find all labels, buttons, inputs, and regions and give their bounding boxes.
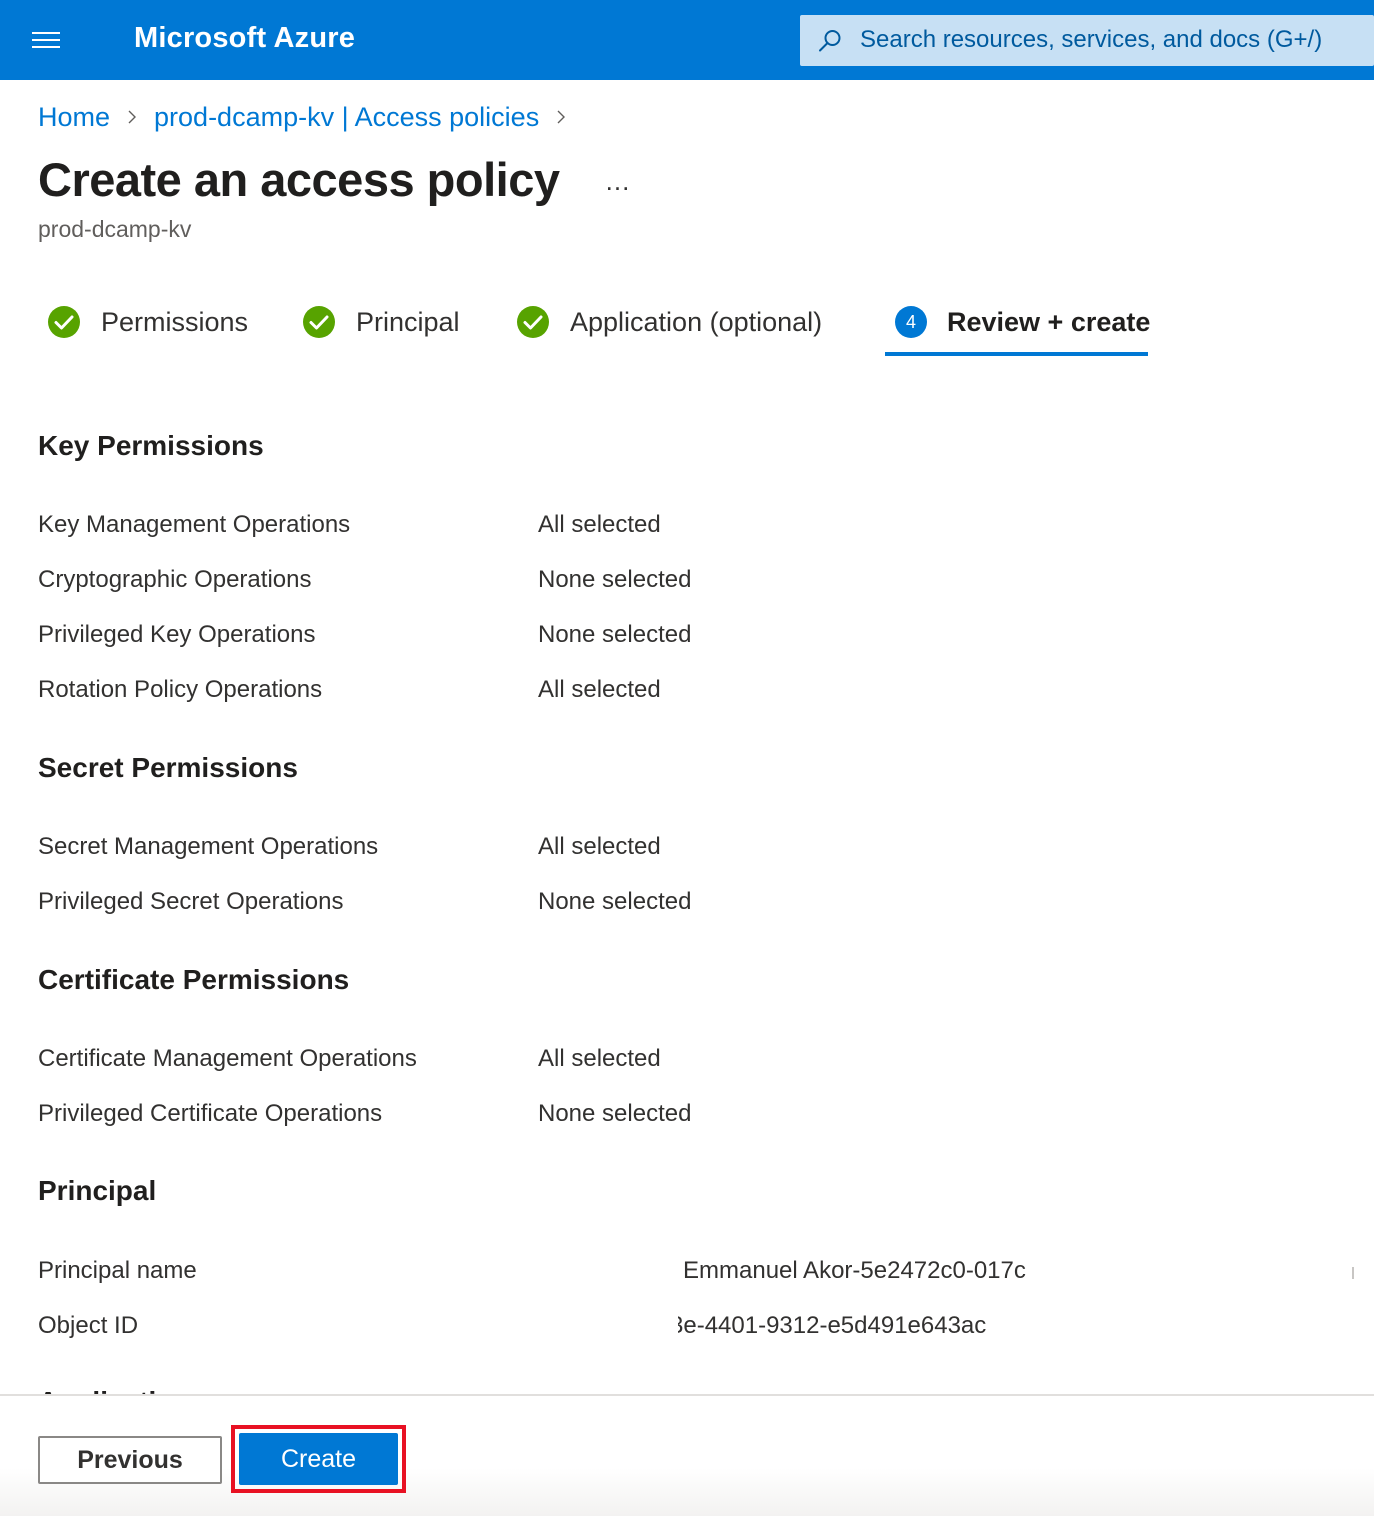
step-label: Permissions [101,306,249,337]
privileged-secret-value: None selected [538,888,692,915]
privileged-certificate-label: Privileged Certificate Operations [38,1100,383,1127]
step-permissions[interactable]: Permissions [47,300,248,344]
principal-name-value: Emmanuel Akor-5e2472c0-017c [683,1257,1026,1284]
rotation-policy-label: Rotation Policy Operations [38,676,323,703]
step-principal[interactable]: Principal [302,300,460,344]
chevron-right-icon [110,100,154,134]
secret-management-label: Secret Management Operations [38,833,379,860]
object-id-label: Object ID [38,1312,139,1339]
step-application[interactable]: Application (optional) [516,300,822,344]
checkmark-circle-icon [303,306,335,338]
step-number-badge: 4 [895,306,927,338]
key-permissions-heading: Key Permissions [38,430,264,461]
page-title: Create an access policy [38,153,560,206]
key-management-label: Key Management Operations [38,511,351,538]
secret-management-value: All selected [538,833,661,860]
breadcrumb: Home prod-dcamp-kv | Access policies [38,100,583,134]
certificate-permissions-heading: Certificate Permissions [38,964,350,995]
checkmark-circle-icon [517,306,549,338]
key-management-value: All selected [538,511,661,538]
active-step-indicator [885,352,1148,356]
secret-permissions-heading: Secret Permissions [38,752,298,783]
cryptographic-label: Cryptographic Operations [38,566,312,593]
top-bar: Microsoft Azure Search resources, servic… [0,0,1374,80]
create-button[interactable]: Create [239,1433,398,1485]
horizontal-scrollbar[interactable] [1352,1267,1354,1279]
hamburger-menu-icon[interactable] [30,28,64,52]
chevron-right-icon [539,100,583,134]
step-label: Application (optional) [570,306,823,337]
breadcrumb-access-policies-link[interactable]: prod-dcamp-kv | Access policies [154,102,539,133]
step-review-create[interactable]: 4 Review + create [885,300,1150,344]
search-icon [819,30,841,52]
global-search-box[interactable]: Search resources, services, and docs (G+… [800,15,1374,66]
search-placeholder: Search resources, services, and docs (G+… [860,26,1323,53]
more-options-button[interactable]: ... [598,166,638,200]
page-subtitle: prod-dcamp-kv [38,216,192,242]
privileged-key-value: None selected [538,621,692,648]
privileged-certificate-value: None selected [538,1100,692,1127]
breadcrumb-home-link[interactable]: Home [38,102,110,133]
brand-title[interactable]: Microsoft Azure [134,22,355,55]
step-label: Review + create [947,306,1151,337]
object-id-text: 3e-4401-9312-e5d491e643ac [678,1312,987,1339]
certificate-management-value: All selected [538,1045,661,1072]
checkmark-circle-icon [48,306,80,338]
step-label: Principal [356,306,460,337]
privileged-key-label: Privileged Key Operations [38,621,316,648]
principal-heading: Principal [38,1175,157,1206]
object-id-value: 3e-4401-9312-e5d491e643ac [678,1312,1018,1340]
certificate-management-label: Certificate Management Operations [38,1045,417,1072]
principal-name-label: Principal name [38,1257,197,1284]
cryptographic-value: None selected [538,566,692,593]
privileged-secret-label: Privileged Secret Operations [38,888,344,915]
previous-button[interactable]: Previous [38,1436,222,1484]
rotation-policy-value: All selected [538,676,661,703]
